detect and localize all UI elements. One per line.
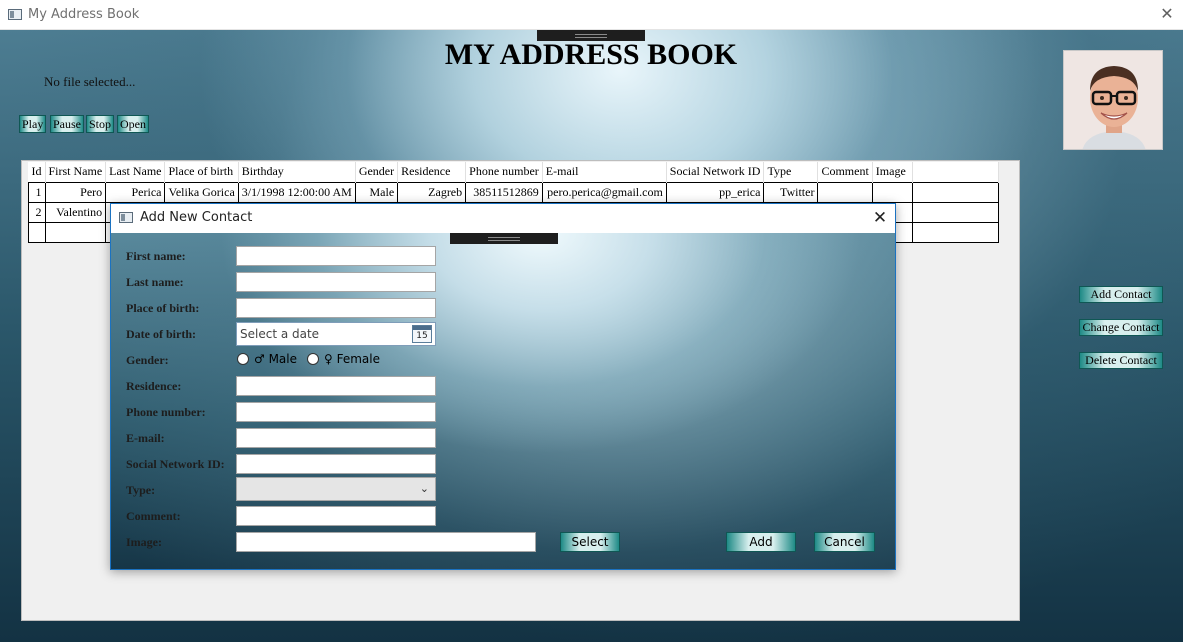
column-header-first-name[interactable]: First Name [45,162,107,182]
residence-label: Residence: [126,379,182,393]
select-image-button[interactable]: Select [560,532,620,552]
window-close-icon[interactable]: ✕ [1159,3,1175,25]
table-cell[interactable] [817,181,873,203]
table-cell[interactable] [871,181,913,203]
add-contact-button[interactable]: Add Contact [1079,286,1163,303]
type-label: Type: [126,483,156,497]
table-cell[interactable] [44,221,107,243]
dialog-title: Add New Contact [140,210,253,225]
column-header-last-name[interactable]: Last Name [105,162,166,182]
date-of-birth-label: Date of birth: [126,327,196,341]
app-window-icon [8,9,22,20]
table-cell[interactable]: Zagreb [397,181,467,203]
column-header-type[interactable]: Type [763,162,819,182]
play-button[interactable]: Play [19,115,47,133]
column-header-comment[interactable]: Comment [817,162,873,182]
file-status-label: No file selected... [44,74,136,89]
place-of-birth-field[interactable] [236,298,436,318]
dialog-body: First name: Last name: Place of birth: D… [111,233,895,569]
table-cell[interactable] [28,221,46,243]
window-titlebar: My Address Book ✕ [0,0,1183,30]
column-header-email[interactable]: E-mail [542,162,667,182]
page-title: MY ADDRESS BOOK [444,38,738,71]
dialog-drag-handle[interactable] [450,233,558,244]
table-cell[interactable]: pp_erica [665,181,765,203]
table-cell[interactable]: Velika Gorica [164,181,239,203]
delete-contact-button[interactable]: Delete Contact [1079,352,1163,369]
calendar-icon[interactable]: 15 [412,325,432,343]
gender-male-radio[interactable] [237,353,249,365]
table-header-row: Id First Name Last Name Place of birth B… [28,162,999,182]
column-header-image[interactable]: Image [872,162,913,182]
social-network-id-field[interactable] [236,454,436,474]
comment-label: Comment: [126,509,181,523]
first-name-field[interactable] [236,246,436,266]
table-cell[interactable]: 3/1/1998 12:00:00 AM [237,181,356,203]
image-label: Image: [126,535,162,549]
table-cell[interactable]: Pero [44,181,107,203]
table-cell[interactable]: 38511512869 [465,181,543,203]
place-of-birth-label: Place of birth: [126,301,200,315]
column-header-phone-number[interactable]: Phone number [465,162,543,182]
cancel-button[interactable]: Cancel [814,532,875,552]
table-cell-filler [911,181,999,203]
table-cell[interactable]: Twitter [763,181,819,203]
add-contact-dialog: Add New Contact ✕ First name: Last name:… [110,203,896,570]
column-header-gender[interactable]: Gender [355,162,399,182]
table-row[interactable]: 1 Pero Perica Velika Gorica 3/1/1998 12:… [28,181,999,203]
add-button[interactable]: Add [726,532,796,552]
comment-field[interactable] [236,506,436,526]
gender-label: Gender: [126,353,169,367]
first-name-label: First name: [126,249,186,263]
dialog-close-icon[interactable]: ✕ [871,207,889,229]
table-cell[interactable]: pero.perica@gmail.com [541,181,667,203]
email-field[interactable] [236,428,436,448]
chevron-down-icon[interactable]: ⌄ [420,482,429,495]
contact-photo-image [1064,51,1162,149]
dialog-window-icon [119,212,133,223]
table-cell[interactable]: Male [354,181,399,203]
gender-male-label[interactable]: ♂ Male [254,352,297,366]
table-cell-filler [911,201,999,223]
stop-button[interactable]: Stop [86,115,115,133]
table-cell[interactable]: Perica [105,181,166,203]
column-header-id[interactable]: Id [28,162,46,182]
phone-number-label: Phone number: [126,405,206,419]
gender-female-radio[interactable] [307,353,319,365]
gender-female-label[interactable]: ♀ Female [324,352,380,366]
table-cell[interactable]: 1 [28,181,46,203]
type-select[interactable]: ⌄ [236,477,436,501]
table-cell-filler [911,221,999,243]
social-network-id-label: Social Network ID: [126,457,225,471]
dialog-titlebar[interactable]: Add New Contact ✕ [111,204,895,233]
last-name-label: Last name: [126,275,184,289]
contact-photo [1063,50,1163,150]
date-of-birth-picker[interactable]: Select a date 15 [236,322,436,346]
residence-field[interactable] [236,376,436,396]
column-header-residence[interactable]: Residence [397,162,467,182]
date-placeholder[interactable]: Select a date [240,327,319,341]
change-contact-button[interactable]: Change Contact [1079,319,1163,336]
window-title: My Address Book [28,7,140,22]
column-header-birthday[interactable]: Birthday [238,162,356,182]
column-header-social-network-id[interactable]: Social Network ID [666,162,765,182]
pause-button[interactable]: Pause [50,115,84,133]
open-button[interactable]: Open [117,115,149,133]
email-label: E-mail: [126,431,165,445]
last-name-field[interactable] [236,272,436,292]
column-header-place-of-birth[interactable]: Place of birth [164,162,239,182]
phone-number-field[interactable] [236,402,436,422]
image-path-field[interactable] [236,532,536,552]
column-header-filler [912,162,999,182]
table-cell[interactable]: Valentino [44,201,107,223]
table-cell[interactable]: 2 [28,201,46,223]
